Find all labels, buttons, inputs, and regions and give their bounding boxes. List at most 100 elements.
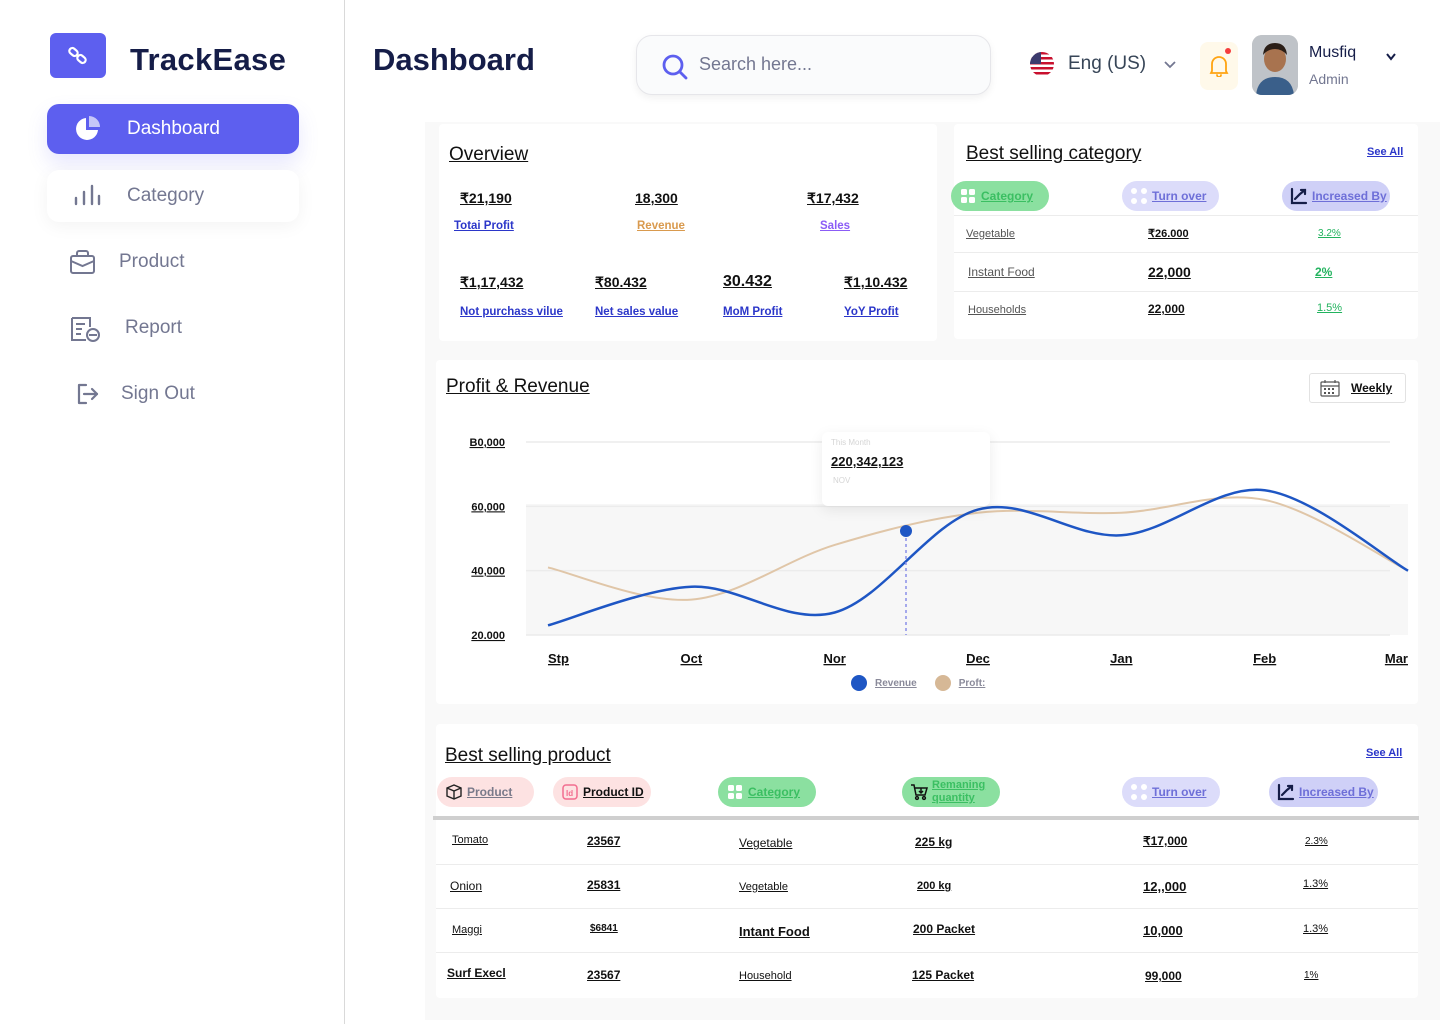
product-id: 23567	[587, 968, 621, 982]
best-category-title: Best selling category	[966, 143, 1142, 164]
category-turnover: 22,000	[1148, 302, 1185, 316]
x-tick-label: Mar	[1385, 651, 1408, 666]
see-all-link[interactable]: See All	[1366, 747, 1402, 759]
product-category: Intant Food	[739, 924, 810, 939]
category-turnover: ₹26.000	[1148, 228, 1189, 240]
product-quantity: 225 kg	[915, 835, 953, 849]
period-selector[interactable]: Weekly	[1309, 373, 1406, 403]
product-id: $6841	[590, 923, 618, 934]
profit-revenue-title: Profit & Revenue	[446, 376, 590, 397]
product-name: Onion	[450, 879, 483, 893]
box-icon	[445, 783, 463, 801]
sidebar-item-sign-out[interactable]: Sign Out	[47, 370, 299, 418]
product-turnover: 10,000	[1143, 923, 1183, 938]
stat-value: ₹1,10.432	[844, 274, 908, 290]
product-increase: 1%	[1304, 970, 1319, 981]
stat-label: Net sales value	[595, 306, 679, 318]
search-input[interactable]	[699, 54, 969, 75]
sidebar-item-label: Report	[125, 317, 183, 338]
sign-out-icon	[75, 382, 101, 412]
product-turnover: ₹17,000	[1143, 834, 1188, 848]
legend-label-revenue: Revenue	[875, 677, 917, 689]
header-divider	[433, 816, 1419, 820]
user-menu-chevron-icon[interactable]	[1386, 48, 1396, 66]
overview-title: Overview	[449, 144, 529, 165]
product-turnover: 12,,000	[1143, 879, 1187, 894]
period-label: Weekly	[1351, 381, 1393, 395]
cart-icon	[910, 783, 928, 801]
pie-chart-icon	[73, 115, 101, 149]
svg-text:Id: Id	[566, 789, 573, 798]
product-category: Vegetable	[739, 836, 793, 850]
header-pill-turnover[interactable]: Turn over	[1122, 181, 1219, 211]
sidebar-item-category[interactable]: Category	[47, 170, 299, 222]
chart-tooltip: This Month 220,342,123 NOV	[822, 432, 990, 506]
product-quantity: 200 kg	[917, 880, 952, 892]
notification-button[interactable]	[1200, 42, 1238, 90]
avatar[interactable]	[1252, 35, 1298, 95]
header-pill-category[interactable]: Category	[951, 181, 1049, 211]
language-selector[interactable]: Eng (US)	[1030, 52, 1176, 76]
sidebar-item-label: Sign Out	[121, 383, 195, 404]
header-pill-category[interactable]: Category	[718, 777, 816, 807]
header-pill-increase[interactable]: Increased By	[1282, 181, 1390, 211]
category-increase: 1.5%	[1317, 302, 1343, 314]
search-bar[interactable]	[636, 35, 991, 95]
header-pill-product[interactable]: Product	[437, 777, 534, 807]
sidebar-item-product[interactable]: Product	[47, 238, 299, 286]
row-divider	[436, 864, 1418, 865]
notification-dot	[1225, 48, 1231, 54]
stat-label: Sales	[820, 220, 851, 232]
legend-swatch-revenue	[851, 675, 867, 691]
category-name: Households	[968, 304, 1027, 316]
app-name: TrackEase	[130, 42, 287, 77]
trend-up-icon	[1277, 783, 1295, 801]
product-turnover: 99,000	[1145, 969, 1182, 983]
search-icon	[661, 53, 689, 86]
product-increase: 1.3%	[1303, 923, 1329, 935]
x-tick-label: Feb	[1253, 651, 1276, 666]
header-pill-increase[interactable]: Increased By	[1269, 777, 1378, 807]
grid-icon	[726, 783, 744, 801]
legend-label-profit: Proft:	[958, 677, 986, 689]
product-name: Maggi	[452, 924, 482, 936]
category-turnover: 22,000	[1148, 264, 1191, 280]
id-icon: Id	[561, 783, 579, 801]
x-tick-label: Dec	[966, 651, 990, 666]
trend-up-icon	[1290, 187, 1308, 205]
x-tick-label: Stp	[548, 651, 569, 666]
product-name: Surf Execl	[447, 966, 506, 980]
legend-swatch-profit	[934, 675, 951, 691]
tooltip-value: 220,342,123	[831, 454, 904, 469]
sidebar-item-label: Category	[127, 185, 205, 206]
product-increase: 1.3%	[1303, 878, 1329, 890]
product-name: Tomato	[452, 834, 489, 846]
stat-label: YoY Profit	[844, 306, 899, 318]
sidebar-item-report[interactable]: Report	[47, 304, 299, 352]
best-product-title: Best selling product	[445, 745, 611, 766]
x-tick-label: Jan	[1110, 651, 1132, 666]
stat-label: MoM Profit	[723, 306, 783, 318]
header-pill-quantity[interactable]: Remaning quantity	[902, 777, 1000, 807]
best-product-card: Best selling product See All Product Id …	[433, 724, 1419, 998]
row-divider	[436, 952, 1418, 953]
user-name: Musfiq	[1309, 44, 1357, 61]
stat-value: 18,300	[635, 190, 678, 206]
stat-label: Revenue	[637, 220, 685, 232]
stat-value: ₹17,432	[807, 190, 859, 206]
header-pill-product-id[interactable]: Id Product ID	[553, 777, 651, 807]
page-title: Dashboard	[373, 42, 535, 77]
best-category-card: Best selling category See All Category T…	[951, 124, 1418, 339]
row-divider	[954, 291, 1418, 292]
see-all-link[interactable]: See All	[1367, 146, 1403, 158]
sidebar-item-dashboard[interactable]: Dashboard	[47, 104, 299, 154]
plot-area	[526, 504, 1408, 635]
header-pill-turnover[interactable]: Turn over	[1122, 777, 1220, 807]
row-divider	[954, 252, 1418, 253]
report-icon	[69, 315, 103, 349]
stat-value: ₹21,190	[460, 190, 512, 206]
grid-icon	[959, 187, 977, 205]
x-tick-label: Oct	[680, 651, 702, 666]
stat-value: ₹1,17,432	[460, 274, 524, 290]
sidebar: TrackEase Dashboard Category Product Rep…	[0, 0, 345, 1024]
